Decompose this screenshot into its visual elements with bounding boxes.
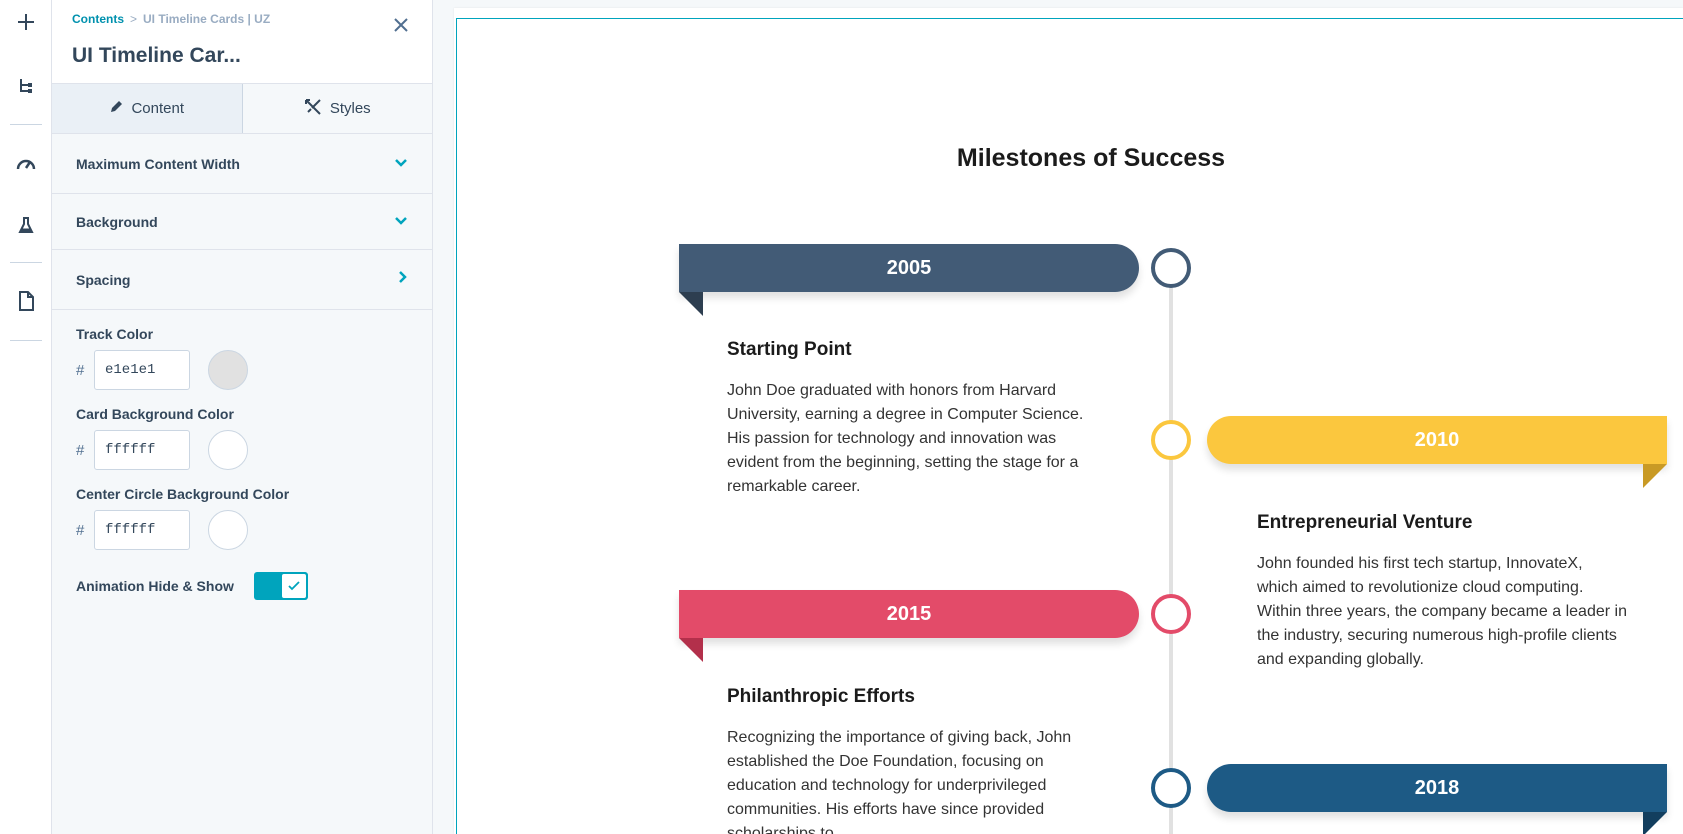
timeline-year-ribbon: 2018 xyxy=(1207,764,1667,812)
animation-toggle-label: Animation Hide & Show xyxy=(76,578,234,594)
timeline-title: Milestones of Success xyxy=(956,144,1226,172)
timeline-circle xyxy=(1151,420,1191,460)
ribbon-fold xyxy=(679,638,703,662)
close-icon[interactable] xyxy=(390,14,412,36)
field-label: Center Circle Background Color xyxy=(76,486,290,502)
section-label: Background xyxy=(76,213,158,230)
timeline-circle xyxy=(1151,594,1191,634)
card-text: John founded his first tech startup, Inn… xyxy=(1257,555,1627,668)
tab-content[interactable]: Content xyxy=(52,84,243,133)
section-label: Spacing xyxy=(76,271,131,288)
panel-tabs: Content Styles xyxy=(52,84,432,134)
timeline-year-ribbon: 2005 xyxy=(679,244,1139,292)
card-text: Recognizing the importance of giving bac… xyxy=(727,729,1072,834)
hash-prefix: # xyxy=(76,441,85,459)
page-preview: Milestones of Success 2005 Starting Poin… xyxy=(454,8,1683,834)
year-label: 2015 xyxy=(886,602,932,625)
card-title: Entrepreneurial Venture xyxy=(1257,512,1473,533)
style-fields: Track Color # Card Background Color # Ce… xyxy=(52,310,432,600)
tab-content-label: Content xyxy=(131,100,185,117)
track-color-field: Track Color # xyxy=(76,326,408,390)
breadcrumb-separator: > xyxy=(130,12,138,26)
breadcrumb-current: UI Timeline Cards | UZ xyxy=(143,12,271,26)
year-label: 2010 xyxy=(1414,428,1460,451)
chevron-down-icon xyxy=(394,155,408,173)
animation-toggle[interactable] xyxy=(253,572,308,600)
ribbon-fold xyxy=(1643,812,1667,834)
flask-icon[interactable] xyxy=(0,203,52,247)
timeline-circle xyxy=(1151,768,1191,808)
year-label: 2018 xyxy=(1414,776,1460,799)
panel-header: Contents > UI Timeline Cards | UZ UI Tim… xyxy=(52,0,432,84)
breadcrumb-contents-link[interactable]: Contents xyxy=(72,12,124,26)
card-title: Philanthropic Efforts xyxy=(727,686,915,707)
year-label: 2005 xyxy=(886,256,932,279)
card-background-color-field: Card Background Color # xyxy=(76,406,408,470)
tab-styles-label: Styles xyxy=(329,100,371,117)
center-circle-color-swatch[interactable] xyxy=(208,510,248,550)
ribbon-fold xyxy=(1643,464,1667,488)
animation-toggle-row: Animation Hide & Show xyxy=(76,572,408,600)
chevron-down-icon xyxy=(394,213,408,231)
rail-divider xyxy=(10,124,42,125)
section-spacing[interactable]: Spacing xyxy=(52,250,432,310)
tree-icon[interactable] xyxy=(0,64,52,108)
ribbon-fold xyxy=(679,292,703,316)
rail-divider xyxy=(10,262,42,263)
left-rail xyxy=(0,0,52,834)
section-label: Maximum Content Width xyxy=(76,155,240,172)
card-title: Starting Point xyxy=(727,339,852,360)
tab-styles[interactable]: Styles xyxy=(242,84,432,133)
timeline-year-ribbon: 2010 xyxy=(1207,416,1667,464)
panel-title: UI Timeline Car... xyxy=(72,44,241,67)
pencil-icon xyxy=(109,100,123,118)
timeline-track xyxy=(1169,273,1173,834)
module-preview-frame[interactable]: Milestones of Success 2005 Starting Poin… xyxy=(456,18,1683,834)
timeline-year-ribbon: 2015 xyxy=(679,590,1139,638)
center-circle-color-field: Center Circle Background Color # xyxy=(76,486,408,550)
module-settings-panel: Contents > UI Timeline Cards | UZ UI Tim… xyxy=(52,0,433,834)
add-icon[interactable] xyxy=(0,0,52,44)
track-color-swatch[interactable] xyxy=(208,350,248,390)
timeline-circle xyxy=(1151,248,1191,288)
field-label: Card Background Color xyxy=(76,406,234,422)
gauge-icon[interactable] xyxy=(0,141,52,185)
center-circle-color-input[interactable] xyxy=(94,510,190,550)
section-maximum-content-width[interactable]: Maximum Content Width xyxy=(52,134,432,194)
chevron-right-icon xyxy=(398,270,408,289)
field-label: Track Color xyxy=(76,326,154,342)
track-color-input[interactable] xyxy=(94,350,190,390)
checkmark-icon xyxy=(279,572,308,600)
hash-prefix: # xyxy=(76,361,85,379)
card-background-color-input[interactable] xyxy=(94,430,190,470)
page-icon[interactable] xyxy=(0,279,52,323)
rail-divider xyxy=(10,340,42,341)
card-background-color-swatch[interactable] xyxy=(208,430,248,470)
section-background[interactable]: Background xyxy=(52,194,432,250)
hash-prefix: # xyxy=(76,521,85,539)
styles-icon xyxy=(304,98,322,120)
breadcrumb: Contents > UI Timeline Cards | UZ xyxy=(72,12,270,26)
card-text: John Doe graduated with honors from Harv… xyxy=(727,382,1084,495)
